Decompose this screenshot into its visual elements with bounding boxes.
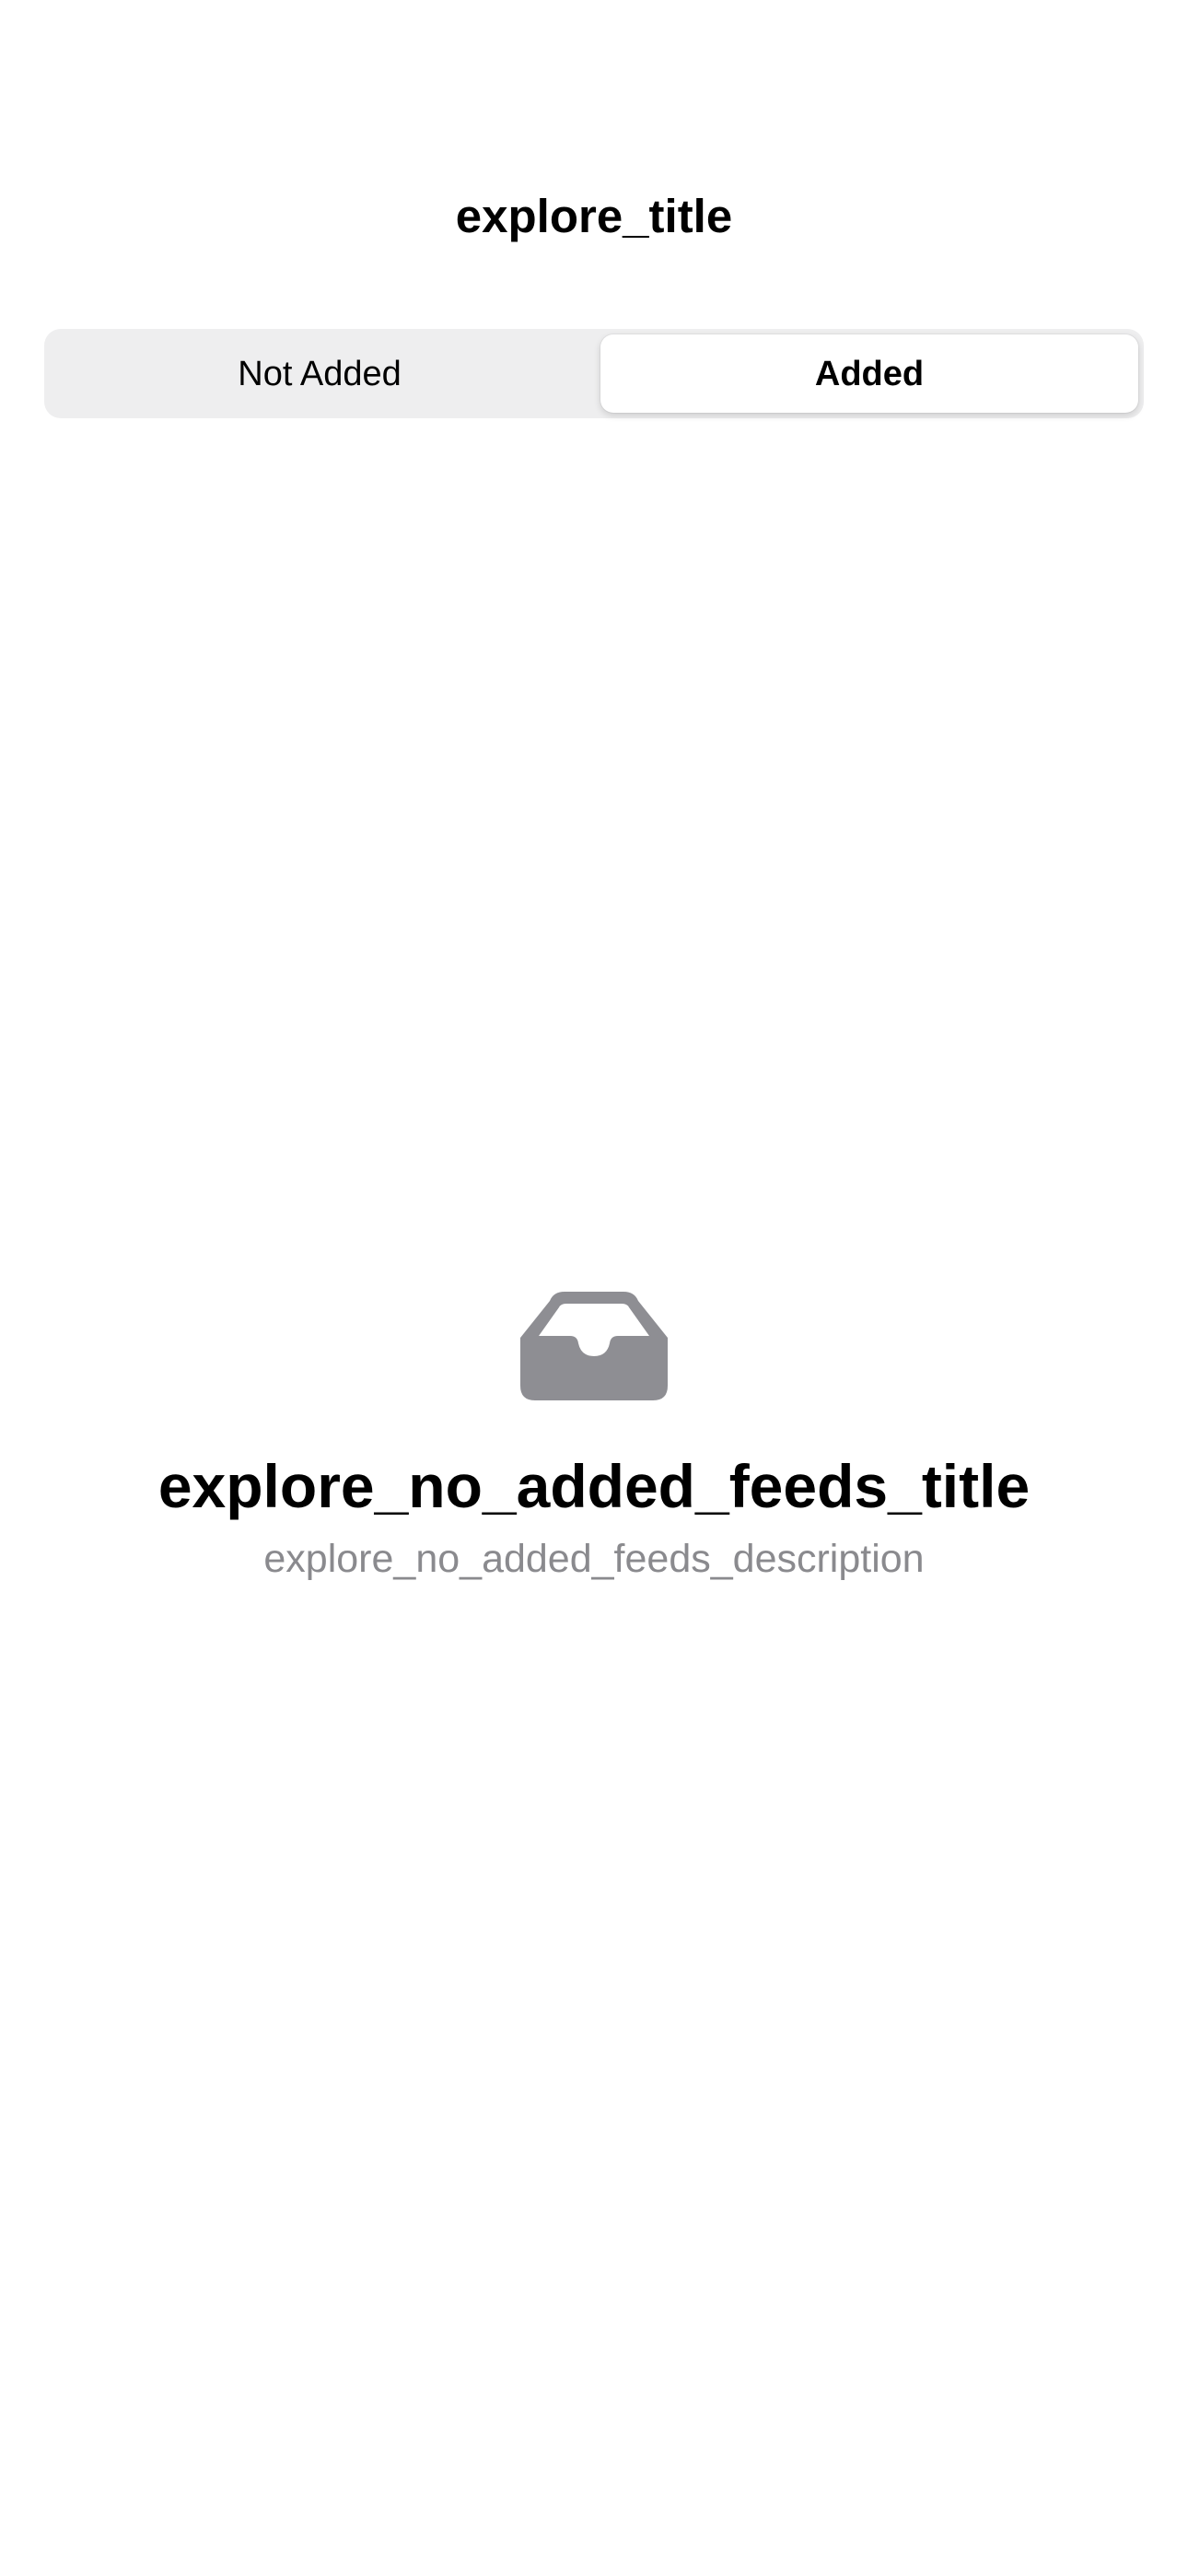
empty-state-title: explore_no_added_feeds_title (157, 1452, 1031, 1520)
segment-added[interactable]: Added (600, 334, 1138, 413)
segment-not-added[interactable]: Not Added (50, 334, 589, 413)
inbox-tray-icon (520, 1292, 668, 1400)
page-title: explore_title (455, 190, 733, 242)
empty-state: explore_no_added_feeds_title explore_no_… (0, 1288, 1188, 1583)
empty-state-description: explore_no_added_feeds_description (263, 1537, 925, 1581)
feed-filter-segmented-control: Not Added Added (44, 329, 1144, 418)
